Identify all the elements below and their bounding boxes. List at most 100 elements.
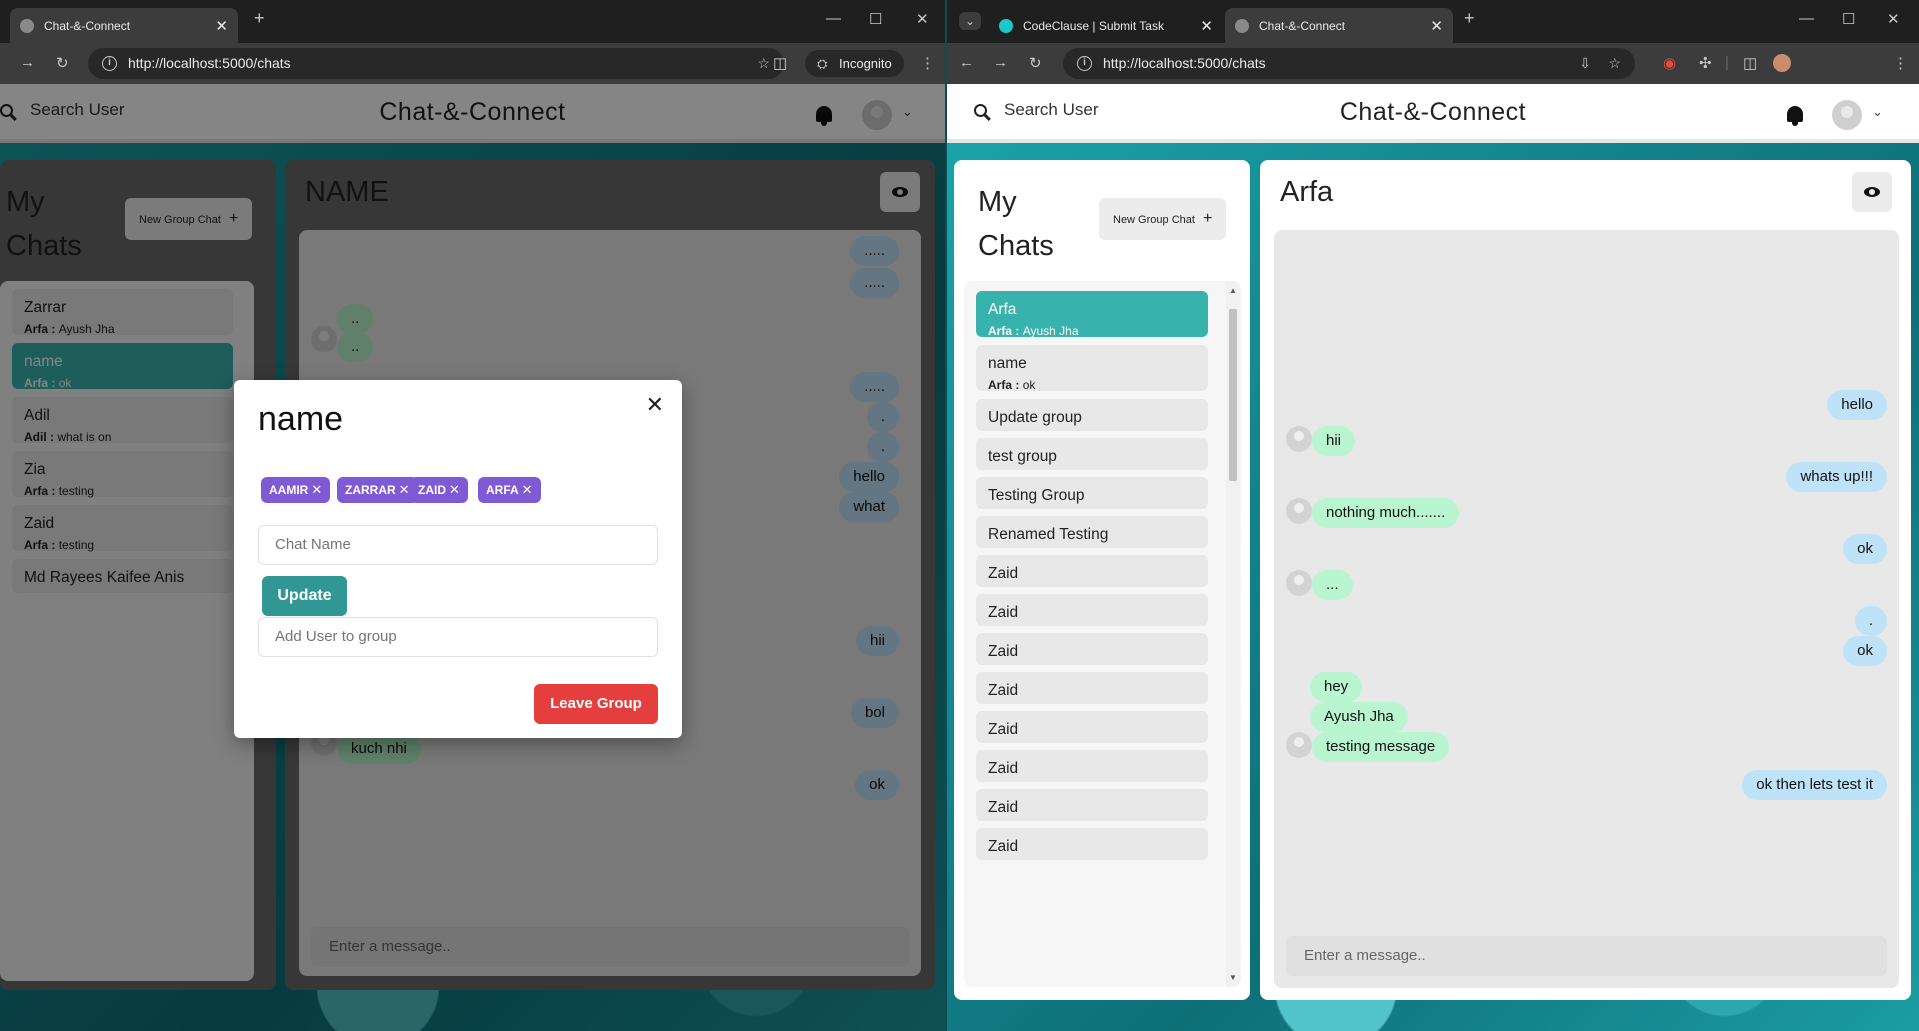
chat-list-item[interactable]: Zaid [976,750,1208,782]
profile-icon[interactable] [1773,54,1791,72]
chat-list-item[interactable]: Testing Group [976,477,1208,509]
chat-name: Zaid [988,760,1019,777]
chat-list-item[interactable]: Arfa Arfa : Ayush Jha [976,291,1208,338]
received-message-bubble: hey [1310,672,1363,702]
member-badge[interactable]: ZAID ✕ [410,477,468,503]
latest-message: Arfa : ok [988,378,1196,392]
chat-list-item[interactable]: name Arfa : ok [976,345,1208,392]
remove-member-icon[interactable]: ✕ [522,482,533,497]
sender-avatar[interactable] [1286,732,1312,758]
member-name: ZAID [418,483,446,497]
address-bar[interactable]: i http://localhost:5000/chats ⇩ ☆ [1063,48,1635,79]
message-area: hello hii whats up!!! nothing much....... ok… [1274,230,1899,988]
tab-chat-connect[interactable]: Chat-&-Connect ✕ [10,8,238,43]
close-icon[interactable]: ✕ [646,392,664,418]
close-tab-icon[interactable]: ✕ [1430,17,1443,35]
minimize-icon[interactable]: — [1799,10,1814,27]
chat-name: Renamed Testing [988,526,1109,543]
minimize-icon[interactable]: — [826,10,841,27]
remove-member-icon[interactable]: ✕ [399,482,410,497]
chat-list-item[interactable]: Zaid [976,789,1208,821]
close-window-icon[interactable]: ✕ [1887,10,1900,28]
sent-message-bubble: . [1854,606,1887,636]
menu-kebab-icon[interactable]: ⋮ [1893,54,1908,72]
forward-icon[interactable]: → [20,54,35,71]
chat-name: Zaid [988,565,1019,582]
chevron-down-icon[interactable]: ⌄ [1872,104,1883,120]
chat-list-item[interactable]: Zaid [976,555,1208,587]
reload-icon[interactable]: ↻ [1029,54,1042,72]
extensions-puzzle-icon[interactable]: ✣ [1699,54,1712,72]
chat-list-item[interactable]: Zaid [976,672,1208,704]
chat-list-item[interactable]: Zaid [976,711,1208,743]
forward-icon[interactable]: → [993,54,1008,71]
new-tab-icon[interactable]: + [254,8,265,29]
member-badge[interactable]: ZARRAR ✕ [337,477,418,503]
add-user-input[interactable]: Add User to group [258,617,658,657]
message-input[interactable]: Enter a message.. [1286,936,1887,976]
sender-avatar[interactable] [1286,570,1312,596]
side-panel-icon[interactable]: ◫ [773,54,787,72]
scroll-down-icon[interactable]: ▼ [1229,973,1237,982]
site-info-icon[interactable]: i [102,56,117,71]
side-panel-icon[interactable]: ◫ [1743,54,1757,72]
profile-avatar[interactable] [1832,100,1862,130]
chat-name: Zaid [988,799,1019,816]
chat-list-item[interactable]: test group [976,438,1208,470]
scroll-up-icon[interactable]: ▲ [1229,286,1237,295]
sent-message-bubble: whats up!!! [1786,462,1887,492]
chat-list-item[interactable]: Zaid [976,633,1208,665]
conversation-title: Arfa [1280,176,1334,208]
scrollbar-thumb[interactable] [1229,309,1237,481]
codeclause-favicon [999,18,1013,33]
tab-chat-connect[interactable]: Chat-&-Connect ✕ [1225,8,1453,43]
back-icon[interactable]: ← [959,54,974,71]
sender-avatar[interactable] [1286,426,1312,452]
received-message-bubble: nothing much....... [1312,498,1460,528]
site-info-icon[interactable]: i [1077,56,1092,71]
globe-icon [20,18,34,33]
chat-list-scrollbar[interactable]: ▲ ▼ [1226,281,1240,987]
update-button[interactable]: Update [262,576,347,616]
chat-name-input[interactable]: Chat Name [258,525,658,565]
incognito-label: Incognito [839,56,892,71]
tab-search-icon[interactable]: ⌄ [959,12,982,30]
latest-message-sender: Arfa [988,324,1013,338]
new-group-chat-button[interactable]: New Group Chat + [1099,198,1227,240]
bell-icon[interactable] [1787,106,1803,126]
install-app-icon[interactable]: ⇩ [1579,48,1591,79]
plus-icon: + [1202,210,1213,227]
sender-avatar[interactable] [1286,498,1312,524]
new-tab-icon[interactable]: + [1464,8,1475,29]
menu-kebab-icon[interactable]: ⋮ [920,54,935,72]
member-name: AAMIR [269,483,309,497]
extension-shield-icon[interactable]: ◉ [1663,54,1676,72]
chat-name: Zaid [988,838,1019,855]
toolbar-divider: | [1725,54,1729,71]
member-badge[interactable]: AAMIR ✕ [261,477,331,503]
close-tab-icon[interactable]: ✕ [215,17,228,35]
maximize-icon[interactable]: ☐ [1842,10,1855,28]
member-name: ZARRAR [345,483,396,497]
chat-list-item[interactable]: Zaid [976,594,1208,626]
chat-list-item[interactable]: Update group [976,399,1208,431]
bookmark-star-icon[interactable]: ☆ [757,48,770,79]
close-window-icon[interactable]: ✕ [916,10,929,28]
tab-codeclause[interactable]: CodeClause | Submit Task ✕ [989,8,1223,43]
app-header: Search User Chat-&-Connect ⌄ [947,84,1919,143]
reload-icon[interactable]: ↻ [56,54,69,72]
chat-list-item[interactable]: Zaid [976,828,1208,860]
member-badge[interactable]: ARFA ✕ [478,477,541,503]
sent-message-bubble: ok [1843,636,1887,666]
remove-member-icon[interactable]: ✕ [311,482,322,497]
maximize-icon[interactable]: ☐ [869,10,882,28]
chat-list-item[interactable]: Renamed Testing [976,516,1208,548]
address-bar[interactable]: i http://localhost:5000/chats ☆ [88,48,784,79]
close-tab-icon[interactable]: ✕ [1200,17,1213,35]
leave-group-button[interactable]: Leave Group [534,684,658,724]
remove-member-icon[interactable]: ✕ [449,482,460,497]
view-details-button[interactable] [1852,172,1892,212]
sender-separator: : [1012,378,1023,392]
incognito-indicator[interactable]: ⛭ Incognito [805,50,904,77]
bookmark-star-icon[interactable]: ☆ [1608,48,1621,79]
